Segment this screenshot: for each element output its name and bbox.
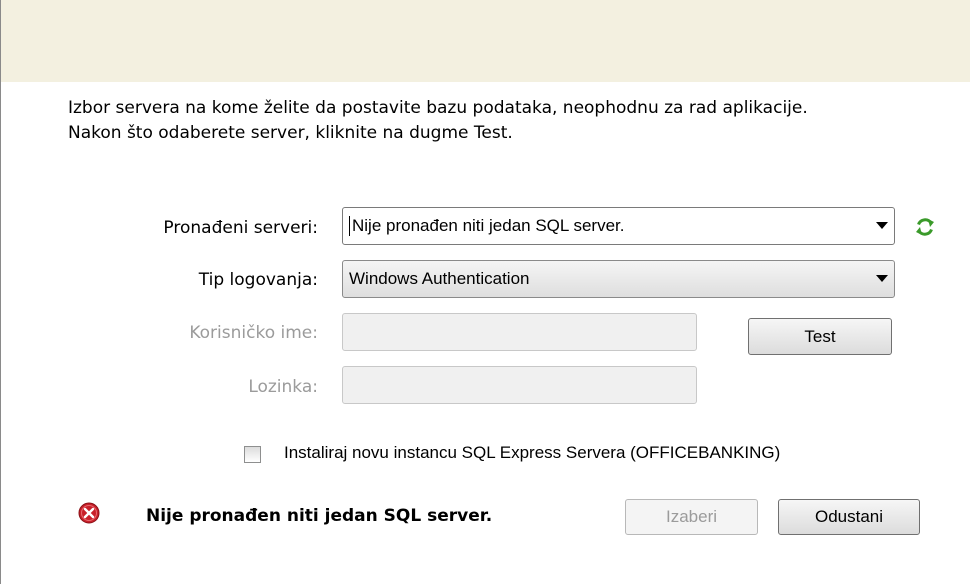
password-input[interactable]: [342, 366, 697, 404]
username-input[interactable]: [342, 313, 697, 351]
servers-combobox[interactable]: Nije pronađen niti jedan SQL server.: [342, 207, 895, 245]
chevron-down-icon[interactable]: [876, 222, 888, 229]
install-checkbox-label[interactable]: Instaliraj novu instancu SQL Express Ser…: [284, 443, 780, 463]
install-checkbox[interactable]: [244, 446, 261, 463]
servers-combobox-value: Nije pronađen niti jedan SQL server.: [352, 216, 625, 235]
intro-text: Izbor servera na kome želite da postavit…: [68, 96, 808, 146]
cancel-button[interactable]: Odustani: [778, 499, 920, 535]
text-cursor: [349, 216, 350, 236]
status-message: Nije pronađen niti jedan SQL server.: [146, 506, 493, 526]
chevron-down-icon[interactable]: [876, 275, 888, 282]
select-button[interactable]: Izaberi: [625, 499, 758, 535]
intro-line-2: Nakon što odaberete server, kliknite na …: [68, 123, 513, 143]
username-label: Korisničko ime:: [189, 323, 318, 343]
password-label: Lozinka:: [248, 377, 318, 397]
test-button[interactable]: Test: [748, 318, 892, 355]
intro-line-1: Izbor servera na kome želite da postavit…: [68, 98, 808, 118]
login-type-label: Tip logovanja:: [198, 270, 318, 290]
refresh-icon[interactable]: [914, 216, 936, 238]
servers-label: Pronađeni serveri:: [163, 218, 318, 238]
window-border: [0, 0, 1, 584]
login-type-select[interactable]: Windows Authentication: [342, 260, 895, 298]
header-band: [1, 0, 970, 82]
login-type-value: Windows Authentication: [349, 269, 530, 288]
error-icon: [78, 502, 100, 524]
